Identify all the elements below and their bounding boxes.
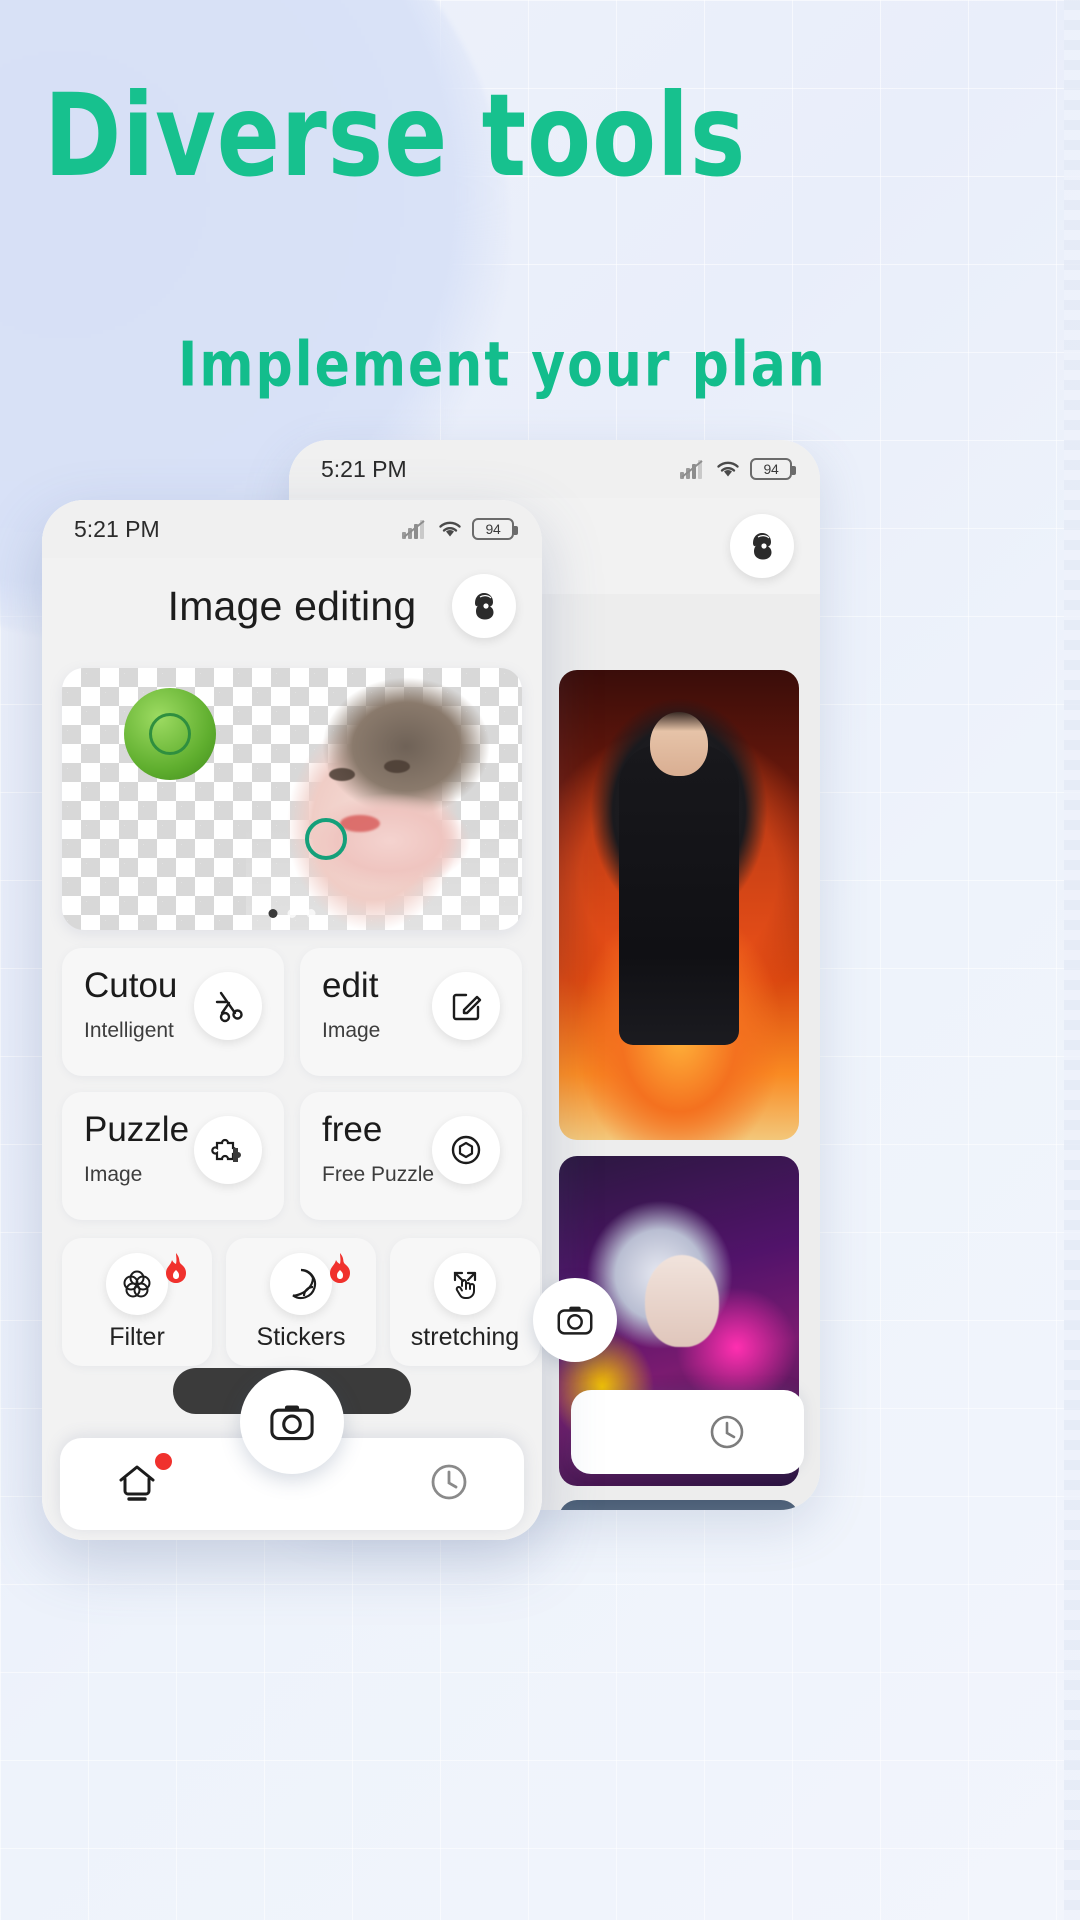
home-nav-button[interactable] xyxy=(112,1452,172,1512)
pencil-square-icon xyxy=(452,993,482,1021)
scissors-icon xyxy=(215,991,243,1023)
back-avatar[interactable] xyxy=(730,514,794,578)
avatar-icon xyxy=(753,533,772,560)
front-bottom-area xyxy=(42,1350,542,1540)
front-camera-button[interactable] xyxy=(240,1370,344,1474)
history-nav-button[interactable] xyxy=(426,1459,472,1510)
chip-label: Filter xyxy=(109,1322,165,1351)
sticker-icon xyxy=(292,1268,317,1299)
back-nav-bar xyxy=(571,1390,804,1474)
hot-flame-icon xyxy=(330,1253,350,1283)
wifi-icon xyxy=(717,461,739,477)
phone-mockup-front: 5:21 PM 94 Image editing Cutou Intellige… xyxy=(42,500,542,1540)
tool-icon-bubble xyxy=(432,1116,500,1184)
hexagon-circle-icon xyxy=(451,1135,481,1165)
green-brush-blob xyxy=(124,688,216,780)
home-badge-dot xyxy=(155,1452,172,1470)
front-page-title: Image editing xyxy=(167,582,417,629)
hero-preview-card[interactable] xyxy=(62,668,522,930)
clock-icon xyxy=(431,1464,467,1499)
figure-face xyxy=(645,1255,720,1347)
chip-filter[interactable]: Filter xyxy=(62,1238,212,1366)
background-edge-strip xyxy=(1064,0,1080,1920)
eye-right xyxy=(384,759,410,773)
carousel-dot[interactable] xyxy=(306,909,316,918)
stretch-hand-icon xyxy=(453,1271,477,1299)
tool-icon-bubble xyxy=(194,972,262,1040)
filter-flower-icon xyxy=(123,1270,151,1297)
camera-icon xyxy=(270,1405,314,1441)
back-status-time: 5:21 PM xyxy=(321,455,407,482)
avatar-icon xyxy=(475,593,494,620)
portrait-image xyxy=(246,668,522,930)
gallery-item-landscape[interactable] xyxy=(559,1500,799,1510)
battery-level: 94 xyxy=(763,461,779,477)
front-status-bar: 5:21 PM 94 xyxy=(42,500,542,558)
chip-icon-bubble xyxy=(434,1252,496,1315)
back-camera-button[interactable] xyxy=(533,1278,617,1362)
signal-icon xyxy=(680,460,703,479)
front-status-time: 5:21 PM xyxy=(74,515,160,542)
wifi-icon xyxy=(439,521,461,537)
tool-card-edit[interactable]: edit Image xyxy=(300,948,522,1076)
front-app-bar: Image editing xyxy=(42,558,542,654)
page-title: Diverse tools xyxy=(44,68,747,202)
chip-row: Filter Stickers stretching xyxy=(42,1220,542,1366)
front-avatar[interactable] xyxy=(452,574,516,638)
battery-level: 94 xyxy=(485,521,501,537)
gallery-item-fire[interactable] xyxy=(559,670,799,1140)
chip-stickers[interactable]: Stickers xyxy=(226,1238,376,1366)
page-subtitle: Implement your plan xyxy=(178,330,827,401)
back-status-icons: 94 xyxy=(680,458,796,480)
lips xyxy=(339,814,380,832)
clock-icon[interactable] xyxy=(706,1411,748,1453)
chip-label: stretching xyxy=(410,1322,520,1351)
carousel-dot-active[interactable] xyxy=(268,909,278,918)
figure-head xyxy=(650,712,708,777)
tool-card-free-puzzle[interactable]: free Free Puzzle xyxy=(300,1092,522,1220)
tool-icon-bubble xyxy=(432,972,500,1040)
tool-card-grid: Cutou Intelligent edit Image Puzzle Imag… xyxy=(42,930,542,1220)
carousel-dot[interactable] xyxy=(287,909,297,918)
front-status-icons: 94 xyxy=(402,518,518,540)
signal-icon xyxy=(402,520,425,539)
selection-ring-marker xyxy=(305,818,347,860)
tool-card-puzzle[interactable]: Puzzle Image xyxy=(62,1092,284,1220)
carousel-dots[interactable] xyxy=(268,909,316,918)
battery-icon: 94 xyxy=(472,518,518,540)
chip-stretching[interactable]: stretching xyxy=(390,1238,540,1366)
back-status-bar: 5:21 PM 94 xyxy=(289,440,820,498)
battery-icon: 94 xyxy=(750,458,796,480)
front-screen: 5:21 PM 94 Image editing Cutou Intellige… xyxy=(42,500,542,1540)
camera-icon xyxy=(557,1306,593,1335)
hot-flame-icon xyxy=(166,1253,186,1283)
tool-icon-bubble xyxy=(194,1116,262,1184)
figure-body xyxy=(619,745,739,1046)
puzzle-piece-icon xyxy=(211,1138,241,1162)
chip-icon-bubble xyxy=(270,1252,332,1315)
chip-label: Stickers xyxy=(256,1322,346,1351)
tool-card-cutout[interactable]: Cutou Intelligent xyxy=(62,948,284,1076)
chip-icon-bubble xyxy=(106,1252,168,1315)
eye-left xyxy=(328,767,355,781)
